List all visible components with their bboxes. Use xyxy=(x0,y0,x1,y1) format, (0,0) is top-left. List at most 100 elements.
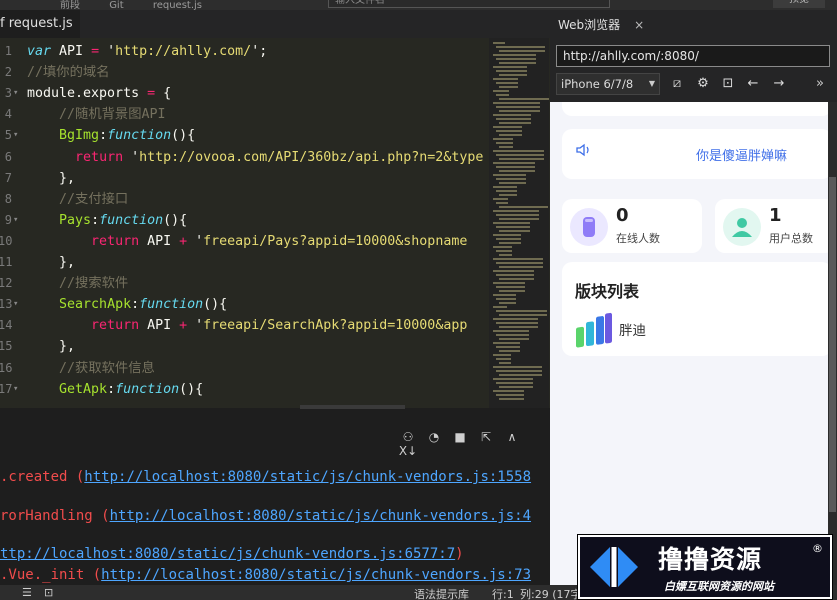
code-token: ' xyxy=(187,318,204,334)
watermark-title: 撸撸资源 xyxy=(658,545,763,574)
minimap-line xyxy=(499,158,544,160)
minimap-line xyxy=(493,138,513,140)
line-number: 8 xyxy=(4,191,12,206)
line-number: 11 xyxy=(0,255,13,269)
code-line[interactable]: 7 }, xyxy=(0,168,490,189)
line-number: 7 xyxy=(4,170,12,185)
code-text: return 'http://ovooa.com/API/360bz/api.p… xyxy=(27,147,483,168)
code-line[interactable]: 10 return API + 'freeapi/Pays?appid=1000… xyxy=(0,231,490,252)
minimap-line xyxy=(499,194,517,196)
minimap-line xyxy=(493,366,542,368)
more-chevron-icon[interactable]: » xyxy=(816,73,824,95)
close-icon[interactable]: × xyxy=(634,18,644,32)
block-item-label[interactable]: 胖迪 xyxy=(619,319,646,339)
watermark-logo: 撸撸资源 ® 白嫖互联网资源的网站 xyxy=(577,534,833,600)
scrollbar-thumb[interactable] xyxy=(829,177,836,512)
syntax-hint-button[interactable]: 语法提示库 xyxy=(414,586,469,600)
fold-marker-icon[interactable]: ▾ xyxy=(13,210,18,231)
console-source-link[interactable]: http://localhost:8080/static/js/chunk-ve… xyxy=(84,469,531,485)
back-arrow-icon[interactable]: ← xyxy=(741,73,765,95)
line-number: 1 xyxy=(4,44,12,58)
minimap-line xyxy=(499,218,539,220)
code-token: //随机背景图API xyxy=(59,107,166,123)
url-input[interactable]: http://ahlly.com/:8080/ xyxy=(556,45,830,67)
code-line[interactable]: 13 ▾ SearchApk:function(){ xyxy=(0,294,490,315)
code-token: API xyxy=(139,318,180,334)
code-line[interactable]: 6 return 'http://ovooa.com/API/360bz/api… xyxy=(0,147,490,168)
code-line[interactable]: 11 }, xyxy=(0,252,490,273)
editor-tab-request-js[interactable]: f request.js xyxy=(0,10,80,38)
web-browser-panel: Web浏览器 × http://ahlly.com/:8080/ iPhone 6… xyxy=(550,10,837,585)
code-token: API xyxy=(51,44,92,59)
minimap[interactable] xyxy=(489,38,549,408)
debug-icon[interactable]: ⚇ xyxy=(395,430,421,444)
fold-marker-icon[interactable]: ▾ xyxy=(13,83,18,104)
code-line[interactable]: 3 ▾ module.exports = { xyxy=(0,83,490,104)
console-line: .Vue._init (http://localhost:8080/static… xyxy=(0,566,531,584)
minimap-line xyxy=(499,62,536,64)
collapse-up-icon[interactable]: ∧ xyxy=(499,430,525,444)
fold-marker-icon[interactable]: ▾ xyxy=(13,125,18,146)
code-token: return xyxy=(75,149,124,165)
console-source-link[interactable]: http://localhost:8080/static/js/chunk-ve… xyxy=(101,567,531,583)
code-line[interactable]: 8 //支付接口 xyxy=(0,189,490,210)
screenshot-icon[interactable]: ⊡ xyxy=(716,73,740,95)
file-search-input[interactable]: 输入文件名 xyxy=(328,0,610,8)
panel-icon[interactable]: ⊡ xyxy=(44,586,53,599)
fold-marker-icon[interactable]: ▾ xyxy=(13,379,18,400)
device-select[interactable]: iPhone 6/7/8 ▼ xyxy=(556,73,660,95)
settings-icon[interactable]: ⚙ xyxy=(691,73,715,95)
export-icon[interactable]: ⇱ xyxy=(473,430,499,444)
viewport-scrollbar[interactable] xyxy=(828,102,837,585)
console-source-link[interactable]: http://localhost:8080/static/js/chunk-ve… xyxy=(110,508,531,524)
block-list-title: 版块列表 xyxy=(575,282,640,301)
code-line[interactable]: 9 ▾ Pays:function(){ xyxy=(0,210,490,231)
code-line[interactable]: 4 //随机背景图API xyxy=(0,104,490,125)
tab-web-browser[interactable]: Web浏览器 × xyxy=(550,14,646,36)
forward-arrow-icon[interactable]: → xyxy=(767,73,791,95)
code-token: http://ovooa.com/API/360bz/api.php?n=2&t… xyxy=(139,149,484,165)
line-number: 2 xyxy=(4,65,12,80)
code-line[interactable]: 12 //搜索软件 xyxy=(0,273,490,294)
block-list-card: 版块列表 胖迪 xyxy=(562,262,828,356)
minimap-line xyxy=(493,330,529,332)
minimap-line xyxy=(496,154,544,156)
code-line[interactable]: 17 ▾ GetApk:function(){ xyxy=(0,379,490,400)
console-source-link[interactable]: ttp://localhost:8080/static/js/chunk-ven… xyxy=(0,546,455,562)
minimap-line xyxy=(499,98,549,100)
code-token: (){ xyxy=(179,381,204,397)
code-line[interactable]: 1 var API = 'http://ahlly.com/'; xyxy=(0,41,490,62)
minimap-line xyxy=(493,318,538,320)
minimap-line xyxy=(499,110,540,112)
preview-button[interactable]: 预览 xyxy=(773,0,825,8)
code-line[interactable]: 15 }, xyxy=(0,336,490,357)
rotate-icon[interactable]: ⧄ xyxy=(665,73,689,95)
minimap-line xyxy=(493,294,516,296)
console-line: .created (http://localhost:8080/static/j… xyxy=(0,468,531,486)
stop-icon[interactable]: ■ xyxy=(447,430,473,444)
code-editor[interactable]: 1 var API = 'http://ahlly.com/'; 2//填你的域名 3… xyxy=(0,38,550,408)
code-text: GetApk:function(){ xyxy=(27,379,203,400)
close-panel-icon[interactable]: X↓ xyxy=(395,444,421,458)
minimap-line xyxy=(496,334,529,336)
fold-marker-icon[interactable]: ▾ xyxy=(13,294,18,315)
minimap-line xyxy=(493,282,525,284)
minimap-line xyxy=(493,174,526,176)
code-line[interactable]: 5 ▾ BgImg:function(){ xyxy=(0,125,490,146)
minimap-line xyxy=(499,278,534,280)
code-line[interactable]: 14 return API + 'freeapi/SearchApk?appid… xyxy=(0,315,490,336)
block-item-logo-icon[interactable] xyxy=(574,312,614,352)
code-line[interactable]: 16 //获取软件信息 xyxy=(0,358,490,379)
minimap-line xyxy=(499,134,522,136)
code-line[interactable]: 2 //填你的域名 xyxy=(0,62,490,83)
editor-horizontal-scrollbar[interactable] xyxy=(300,405,405,409)
timer-icon[interactable]: ◔ xyxy=(421,430,447,444)
minimap-line xyxy=(493,150,544,152)
console-toolbar: ⚇ ◔ ■ ⇱ ∧ X↓ xyxy=(395,430,550,458)
code-text: Pays:function(){ xyxy=(27,210,187,231)
notice-card[interactable]: 你是傻逼胖婵嘛 xyxy=(562,129,828,179)
minimap-line xyxy=(496,322,538,324)
line-number: 12 xyxy=(0,276,13,291)
list-icon[interactable]: ☰ xyxy=(22,586,32,599)
